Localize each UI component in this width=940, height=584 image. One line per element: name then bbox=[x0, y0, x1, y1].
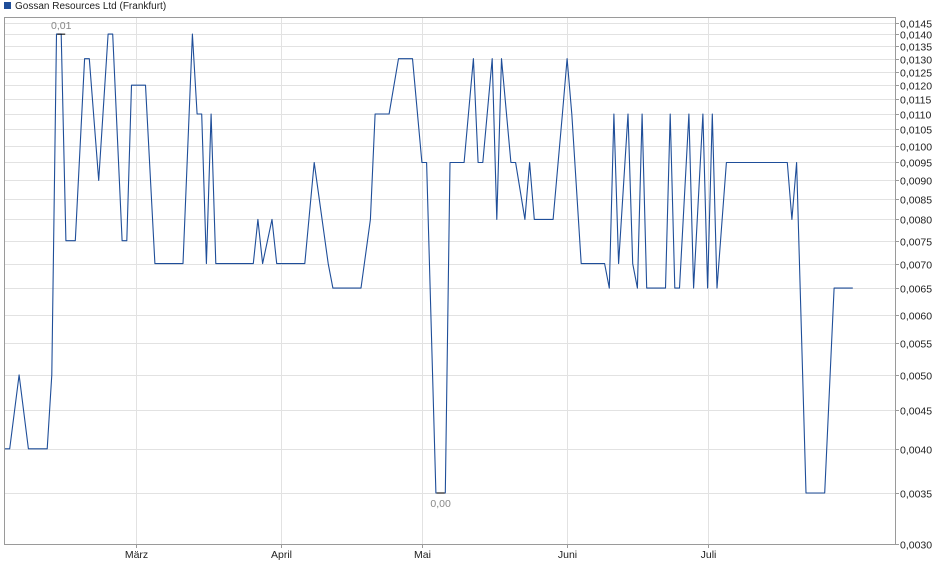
y-tick-label: 0,0040 bbox=[900, 445, 932, 457]
x-tick-label: April bbox=[271, 549, 292, 561]
legend-swatch bbox=[4, 2, 11, 9]
y-tick-label: 0,0110 bbox=[900, 110, 931, 122]
high-label: 0,01 bbox=[51, 20, 72, 32]
stock-chart: März April Mai Juni Juli 0,0030 0,0035 0,0040 0… bbox=[0, 0, 940, 579]
y-tick-label: 0,0095 bbox=[900, 158, 932, 170]
y-tick-label: 0,0100 bbox=[900, 142, 932, 154]
y-tick-label: 0,0050 bbox=[900, 371, 932, 383]
price-line bbox=[5, 33, 853, 494]
y-tick-label: 0,0120 bbox=[900, 81, 932, 93]
series-layer bbox=[5, 33, 853, 494]
x-tick-label: März bbox=[125, 549, 148, 561]
y-tick-label: 0,0080 bbox=[900, 215, 932, 227]
chart-svg: März April Mai Juni Juli 0,00300,00350,00400… bbox=[4, 1, 932, 561]
y-tick-label: 0,0140 bbox=[900, 30, 932, 42]
legend-label: Gossan Resources Ltd (Frankfurt) bbox=[15, 1, 166, 12]
y-tick-label: 0,0075 bbox=[900, 237, 932, 249]
y-tick-label: 0,0030 bbox=[900, 540, 932, 552]
y-tick-label: 0,0070 bbox=[900, 260, 932, 272]
y-axis: 0,0030 0,0035 0,0040 0,0045 0,0050 0,0055 0,00… bbox=[895, 19, 932, 552]
x-axis: März April Mai Juni Juli bbox=[125, 544, 717, 561]
y-tick-label: 0,0135 bbox=[900, 42, 932, 54]
y-tick-label: 0,0130 bbox=[900, 55, 932, 67]
annotations: 0,01 0,00 bbox=[51, 20, 451, 510]
y-tick-label: 0,0105 bbox=[900, 125, 932, 137]
y-tick-label: 0,0065 bbox=[900, 284, 932, 296]
y-tick-label: 0,0035 bbox=[900, 489, 932, 501]
y-tick-label: 0,0055 bbox=[900, 339, 932, 351]
plot-frame bbox=[4, 17, 896, 545]
y-tick-label: 0,0045 bbox=[900, 406, 932, 418]
y-tick-label: 0,0090 bbox=[900, 176, 932, 188]
x-tick-label: Mai bbox=[414, 549, 431, 561]
x-tick-label: Juni bbox=[558, 549, 577, 561]
y-tick-label: 0,0145 bbox=[900, 19, 932, 31]
legend: Gossan Resources Ltd (Frankfurt) bbox=[4, 1, 166, 12]
y-tick-label: 0,0085 bbox=[900, 195, 932, 207]
x-tick-label: Juli bbox=[701, 549, 717, 561]
grid bbox=[5, 18, 895, 545]
y-tick-label: 0,0060 bbox=[900, 311, 932, 323]
low-label: 0,00 bbox=[430, 498, 451, 510]
y-tick-label: 0,0125 bbox=[900, 68, 932, 80]
y-tick-label: 0,0115 bbox=[900, 95, 931, 107]
